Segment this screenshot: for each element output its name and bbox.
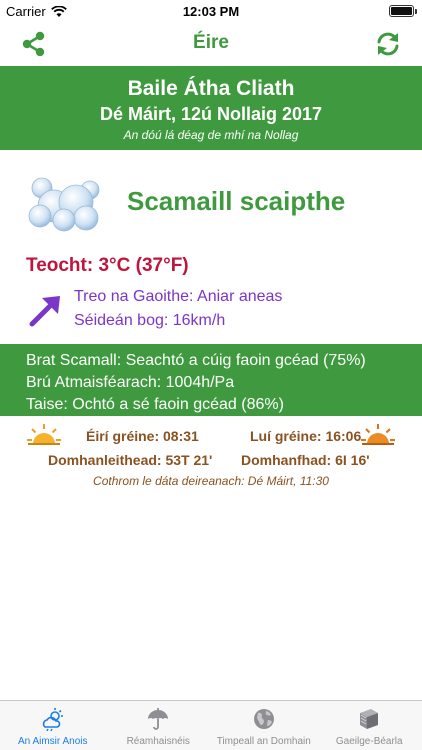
tab-dictionary-label: Gaeilge-Béarla xyxy=(335,736,403,747)
sunrise-label: Éirí gréine: 08:31 xyxy=(86,428,199,444)
nav-bar: Éire xyxy=(0,22,422,66)
battery-icon xyxy=(389,5,417,17)
temperature-label: Teocht: 3°C (37°F) xyxy=(26,255,189,276)
location-header: Baile Átha Cliath Dé Máirt, 12ú Nollaig … xyxy=(0,66,422,150)
tab-around-world-label: Timpeall an Domhain xyxy=(216,736,311,747)
globe-icon xyxy=(253,709,274,729)
wind-info: Treo na Gaoithe: Aniar aneas Séideán bog… xyxy=(0,286,422,334)
tab-weather-now[interactable]: An Aimsir Anois xyxy=(0,701,106,750)
umbrella-icon xyxy=(148,708,169,730)
sunset-icon xyxy=(361,424,395,445)
longitude-label: Domhanfhad: 6I 16' xyxy=(241,452,370,468)
pressure-label: Brú Atmaisféarach: 1004h/Pa xyxy=(26,374,235,391)
book-icon xyxy=(360,709,379,729)
sun-times: Éirí gréine: 08:31 Luí gréine: 16:06 xyxy=(0,424,422,448)
status-time: 12:03 PM xyxy=(182,4,240,19)
tab-forecast[interactable]: Réamhaisnéis xyxy=(106,701,212,750)
wind-direction-arrow-icon xyxy=(29,296,60,327)
sunrise-icon xyxy=(27,424,61,445)
humidity-label: Taise: Ochtó a sé faoin gcéad (86%) xyxy=(26,396,284,413)
date-long-label: An dóú lá déag de mhí na Nollag xyxy=(123,128,299,142)
wind-direction-label: Treo na Gaoithe: Aniar aneas xyxy=(74,288,283,305)
tab-around-world[interactable]: Timpeall an Domhain xyxy=(211,701,317,750)
date-label: Dé Máirt, 12ú Nollaig 2017 xyxy=(99,104,323,124)
wind-speed-label: Séideán bog: 16km/h xyxy=(74,312,226,329)
tab-forecast-label: Réamhaisnéis xyxy=(126,736,190,747)
refresh-icon[interactable] xyxy=(374,30,402,58)
condition-label: Scamaill scaipthe xyxy=(127,186,346,216)
tab-weather-now-label: An Aimsir Anois xyxy=(18,736,88,747)
latitude-label: Domhanleithead: 53T 21' xyxy=(48,452,213,468)
nav-title: Éire xyxy=(193,32,229,53)
weather-details: Brat Scamall: Seachtó a cúig faoin gcéad… xyxy=(0,344,422,416)
city-name: Baile Átha Cliath xyxy=(127,77,295,100)
last-updated-label: Cothrom le dáta deireanach: Dé Máirt, 11… xyxy=(93,474,329,488)
tab-dictionary[interactable]: Gaeilge-Béarla xyxy=(317,701,422,750)
weather-condition: Scamaill scaipthe xyxy=(0,172,422,234)
status-bar: Carrier 12:03 PM xyxy=(0,0,422,22)
weather-now-icon xyxy=(42,708,63,731)
cloud-cover-label: Brat Scamall: Seachtó a cúig faoin gcéad… xyxy=(26,352,366,369)
cloud-icon xyxy=(28,177,100,232)
tab-bar: An Aimsir Anois Réamhaisnéis Timpeall an… xyxy=(0,700,422,750)
sunset-label: Luí gréine: 16:06 xyxy=(250,428,362,444)
